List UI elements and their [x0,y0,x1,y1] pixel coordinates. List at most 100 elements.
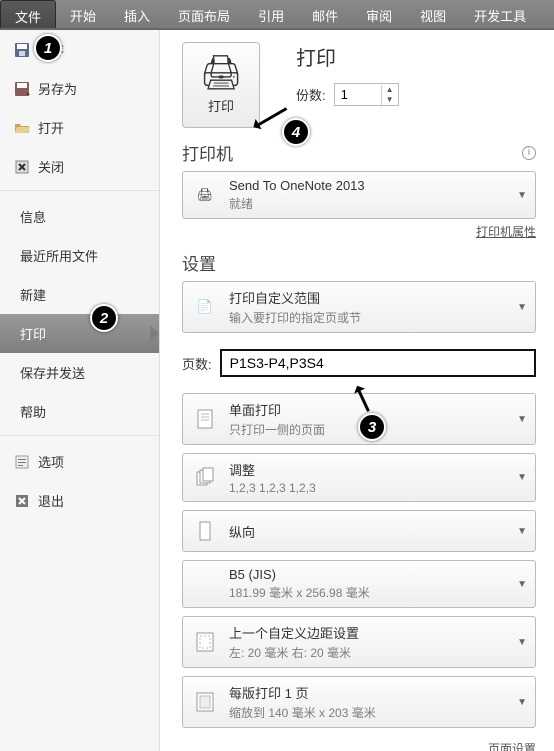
sidebar-item-saveas[interactable]: 另存为 [0,69,159,108]
printer-section-title: 打印机 [182,140,233,165]
divider [0,435,159,436]
print-button-label: 打印 [208,96,234,115]
collate-sub: 1,2,3 1,2,3 1,2,3 [229,481,507,495]
portrait-icon [191,517,219,545]
chevron-down-icon: ▼ [517,302,527,313]
sidebar-item-options[interactable]: 选项 [0,442,159,481]
ribbon-tab-review[interactable]: 审阅 [352,0,406,28]
printer-status: 就绪 [229,195,507,212]
print-range-selector[interactable]: 📄 打印自定义范围 输入要打印的指定页或节 ▼ [182,281,536,333]
scale-selector[interactable]: 每版打印 1 页 缩放到 140 毫米 x 203 毫米 ▼ [182,676,536,728]
chevron-down-icon: ▼ [517,579,527,590]
paper-selector[interactable]: B5 (JIS) 181.99 毫米 x 256.98 毫米 ▼ [182,560,536,608]
chevron-down-icon: ▼ [517,190,527,201]
ribbon-tab-insert[interactable]: 插入 [110,0,164,28]
sidebar-item-recent[interactable]: 最近所用文件 [0,236,159,275]
sidebar-item-label: 另存为 [38,79,77,98]
range-title: 打印自定义范围 [229,288,507,307]
sidebar-item-label: 打开 [38,118,64,137]
ribbon-tab-view[interactable]: 视图 [406,0,460,28]
collate-icon [191,464,219,492]
chevron-down-icon: ▼ [517,472,527,483]
save-icon [14,42,30,58]
options-icon [14,454,30,470]
chevron-down-icon: ▼ [517,526,527,537]
ribbon-tab-home[interactable]: 开始 [56,0,110,28]
saveas-icon [14,81,30,97]
sidebar-item-open[interactable]: 打开 [0,108,159,147]
sidebar-item-print[interactable]: 打印 [0,314,159,353]
print-heading: 打印 [296,42,399,71]
sidebar-item-label: 退出 [38,491,64,510]
page-range-icon: 📄 [191,293,219,321]
pages-label: 页数: [182,354,212,373]
margins-title: 上一个自定义边距设置 [229,623,507,642]
printer-small-icon: 🖨 [191,181,219,209]
ribbon-tab-ref[interactable]: 引用 [244,0,298,28]
orientation-title: 纵向 [229,522,507,541]
orientation-selector[interactable]: 纵向 ▼ [182,510,536,552]
callout-4: 4 [282,118,310,146]
sidebar-item-close[interactable]: 关闭 [0,147,159,186]
range-sub: 输入要打印的指定页或节 [229,309,507,326]
settings-title: 设置 [182,250,216,275]
printer-icon: 🖨 [199,56,242,90]
ribbon-tab-dev[interactable]: 开发工具 [460,0,540,28]
chevron-down-icon: ▼ [517,697,527,708]
callout-3: 3 [358,413,386,441]
sidebar-item-label: 新建 [20,285,46,304]
backstage-sidebar: 保存 另存为 打开 关闭 信息 最近所用文件 新建 打印 保存并发送 帮助 选项… [0,30,160,751]
spinner-down-icon[interactable]: ▼ [382,95,398,105]
sidebar-item-help[interactable]: 帮助 [0,392,159,431]
collate-title: 调整 [229,460,507,479]
main: 保存 另存为 打开 关闭 信息 最近所用文件 新建 打印 保存并发送 帮助 选项… [0,30,554,751]
paper-sub: 181.99 毫米 x 256.98 毫米 [229,584,507,601]
paper-size-icon [191,570,219,598]
sidebar-item-label: 帮助 [20,402,46,421]
chevron-down-icon: ▼ [517,414,527,425]
pages-per-sheet-icon [191,688,219,716]
margins-sub: 左: 20 毫米 右: 20 毫米 [229,644,507,661]
close-file-icon [14,159,30,175]
printer-selector[interactable]: 🖨 Send To OneNote 2013 就绪 ▼ [182,171,536,219]
chevron-down-icon: ▼ [517,637,527,648]
exit-icon [14,493,30,509]
ribbon-tab-layout[interactable]: 页面布局 [164,0,244,28]
copies-label: 份数: [296,85,326,104]
page-setup-link[interactable]: 页面设置 [488,742,536,751]
sidebar-item-info[interactable]: 信息 [0,197,159,236]
info-icon[interactable]: i [522,146,536,160]
sidebar-item-label: 保存并发送 [20,363,85,382]
pages-input[interactable] [220,349,536,377]
print-button[interactable]: 🖨 打印 [182,42,260,128]
spinner-up-icon[interactable]: ▲ [382,85,398,95]
sidebar-item-label: 关闭 [38,157,64,176]
margins-selector[interactable]: 上一个自定义边距设置 左: 20 毫米 右: 20 毫米 ▼ [182,616,536,668]
sidebar-item-exit[interactable]: 退出 [0,481,159,520]
sidebar-item-new[interactable]: 新建 [0,275,159,314]
margins-icon [191,628,219,656]
sidebar-item-save-send[interactable]: 保存并发送 [0,353,159,392]
single-side-icon [191,405,219,433]
ribbon-tab-file[interactable]: 文件 [0,0,56,28]
collate-selector[interactable]: 调整 1,2,3 1,2,3 1,2,3 ▼ [182,453,536,502]
callout-2: 2 [90,304,118,332]
ribbon-tab-mail[interactable]: 邮件 [298,0,352,28]
sidebar-item-label: 最近所用文件 [20,246,98,265]
paper-title: B5 (JIS) [229,567,507,582]
scale-title: 每版打印 1 页 [229,683,507,702]
sidebar-item-label: 打印 [20,324,46,343]
sidebar-item-label: 选项 [38,452,64,471]
callout-1: 1 [34,34,62,62]
print-heading-group: 打印 份数: ▲▼ [296,42,399,106]
ribbon: 文件 开始 插入 页面布局 引用 邮件 审阅 视图 开发工具 [0,0,554,30]
scale-sub: 缩放到 140 毫米 x 203 毫米 [229,704,507,721]
divider [0,190,159,191]
folder-open-icon [14,120,30,136]
sidebar-item-label: 信息 [20,207,46,226]
copies-spinner[interactable]: ▲▼ [334,83,399,106]
copies-input[interactable] [335,84,381,105]
sidebar-item-save[interactable]: 保存 [0,30,159,69]
printer-name: Send To OneNote 2013 [229,178,507,193]
printer-properties-link[interactable]: 打印机属性 [476,225,536,239]
